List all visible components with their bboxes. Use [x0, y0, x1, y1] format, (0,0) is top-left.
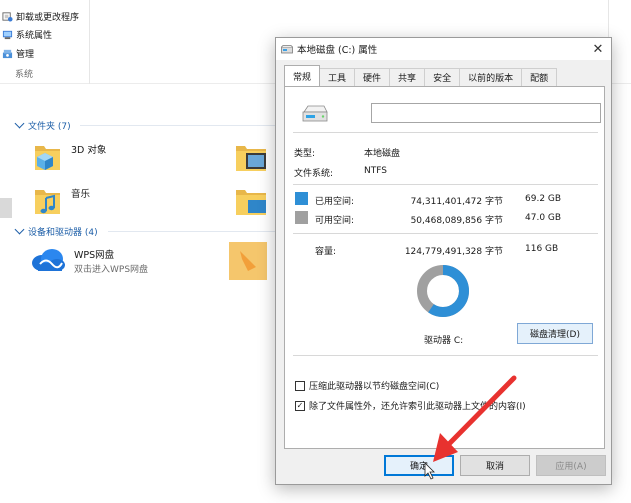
uninstall-program-button[interactable]: 卸载或更改程序 [2, 8, 79, 24]
devices-section-label: 设备和驱动器 (4) [28, 228, 98, 238]
free-space-bytes: 50,468,089,856 字节 [410, 216, 503, 226]
tab-general[interactable]: 常规 [284, 65, 321, 86]
manage-label: 管理 [16, 49, 35, 60]
navigation-pane-edge [0, 198, 12, 218]
general-tab-panel: 类型: 本地磁盘 文件系统: NTFS 已用空间: 74,311,401,472… [284, 86, 605, 449]
type-value: 本地磁盘 [364, 149, 401, 159]
folder-3d-objects[interactable]: 3D 对象 [33, 139, 106, 173]
capacity-label: 容量: [315, 247, 337, 257]
uninstall-icon [2, 11, 13, 22]
tab-quota[interactable]: 配额 [521, 68, 558, 86]
used-space-bytes: 74,311,401,472 字节 [410, 197, 503, 207]
separator [293, 233, 598, 234]
cancel-button[interactable]: 取消 [460, 455, 530, 476]
separator [293, 132, 598, 133]
dialog-titlebar[interactable]: 本地磁盘 (C:) 属性 ✕ [276, 38, 611, 60]
type-label: 类型: [294, 149, 316, 159]
tab-tools[interactable]: 工具 [319, 68, 356, 86]
drive-icon [281, 44, 293, 53]
manage-button[interactable]: 管理 [2, 45, 34, 61]
system-properties-button[interactable]: 系统属性 [2, 26, 52, 42]
system-properties-label: 系统属性 [16, 30, 53, 41]
tab-sharing[interactable]: 共享 [389, 68, 426, 86]
ribbon-system-group: 卸载或更改程序 系统属性 管理 系统 [0, 0, 90, 84]
compress-label: 压缩此驱动器以节约磁盘空间(C) [309, 382, 440, 392]
disk-cleanup-button[interactable]: 磁盘清理(D) [517, 323, 593, 344]
compress-checkbox[interactable] [295, 380, 305, 391]
free-space-swatch [295, 211, 308, 224]
compress-drive-option[interactable]: 压缩此驱动器以节约磁盘空间(C) [295, 379, 439, 392]
used-space-label: 已用空间: [315, 197, 355, 207]
dialog-title: 本地磁盘 (C:) 属性 [297, 45, 378, 56]
folders-section-label: 文件夹 (7) [28, 122, 71, 132]
volume-name-input[interactable] [371, 103, 601, 123]
devices-section-header[interactable]: 设备和驱动器 (4) [14, 224, 98, 238]
properties-dialog: 本地磁盘 (C:) 属性 ✕ 常规 工具 硬件 共享 安全 以前的版本 配额 类… [275, 37, 612, 485]
folder-music[interactable]: 音乐 [33, 183, 90, 217]
index-drive-option[interactable]: ✓ 除了文件属性外，还允许索引此驱动器上文件的内容(I) [295, 399, 526, 412]
uninstall-program-label: 卸载或更改程序 [16, 12, 80, 23]
hard-drive-icon [302, 105, 328, 122]
drive-letter-label: 驱动器 C: [424, 336, 464, 346]
wps-cloud-subtitle: 双击进入WPS网盘 [74, 265, 149, 275]
index-checkbox[interactable]: ✓ [295, 400, 305, 411]
close-icon: ✕ [592, 41, 604, 57]
free-space-size: 47.0 GB [525, 213, 562, 223]
music-folder-icon [35, 190, 60, 214]
close-button[interactable]: ✕ [589, 40, 607, 58]
index-label: 除了文件属性外，还允许索引此驱动器上文件的内容(I) [309, 402, 526, 412]
capacity-size: 116 GB [525, 244, 559, 254]
tab-security[interactable]: 安全 [424, 68, 461, 86]
ribbon-group-label: 系统 [15, 70, 34, 80]
disk-usage-donut [414, 262, 472, 323]
apply-button[interactable]: 应用(A) [536, 455, 606, 476]
free-space-label: 可用空间: [315, 216, 355, 226]
chevron-down-icon [14, 118, 25, 129]
separator [293, 355, 598, 356]
used-space-size: 69.2 GB [525, 194, 562, 204]
folder-3d-objects-label: 3D 对象 [71, 145, 107, 156]
folder-music-label: 音乐 [71, 189, 91, 200]
3d-objects-folder-icon [35, 146, 60, 170]
desktop-folder-icon[interactable] [234, 183, 270, 219]
system-properties-icon [2, 30, 13, 39]
app-folder-icon[interactable] [228, 241, 268, 281]
wps-cloud-icon [32, 249, 65, 271]
tab-previous-versions[interactable]: 以前的版本 [459, 68, 523, 86]
video-folder-icon[interactable] [234, 139, 270, 175]
ok-button[interactable]: 确定 [384, 455, 454, 476]
chevron-down-icon [14, 224, 25, 235]
tab-hardware[interactable]: 硬件 [354, 68, 391, 86]
dialog-tabs: 常规 工具 硬件 共享 安全 以前的版本 配额 [284, 65, 558, 86]
capacity-bytes: 124,779,491,328 字节 [404, 247, 503, 257]
folders-section-header[interactable]: 文件夹 (7) [14, 118, 71, 132]
filesystem-value: NTFS [364, 166, 387, 176]
separator [293, 184, 598, 185]
wps-cloud-drive[interactable]: WPS网盘 双击进入WPS网盘 [30, 247, 148, 275]
filesystem-label: 文件系统: [294, 169, 334, 179]
used-space-swatch [295, 192, 308, 205]
manage-icon [2, 49, 13, 58]
wps-cloud-name: WPS网盘 [74, 250, 115, 261]
